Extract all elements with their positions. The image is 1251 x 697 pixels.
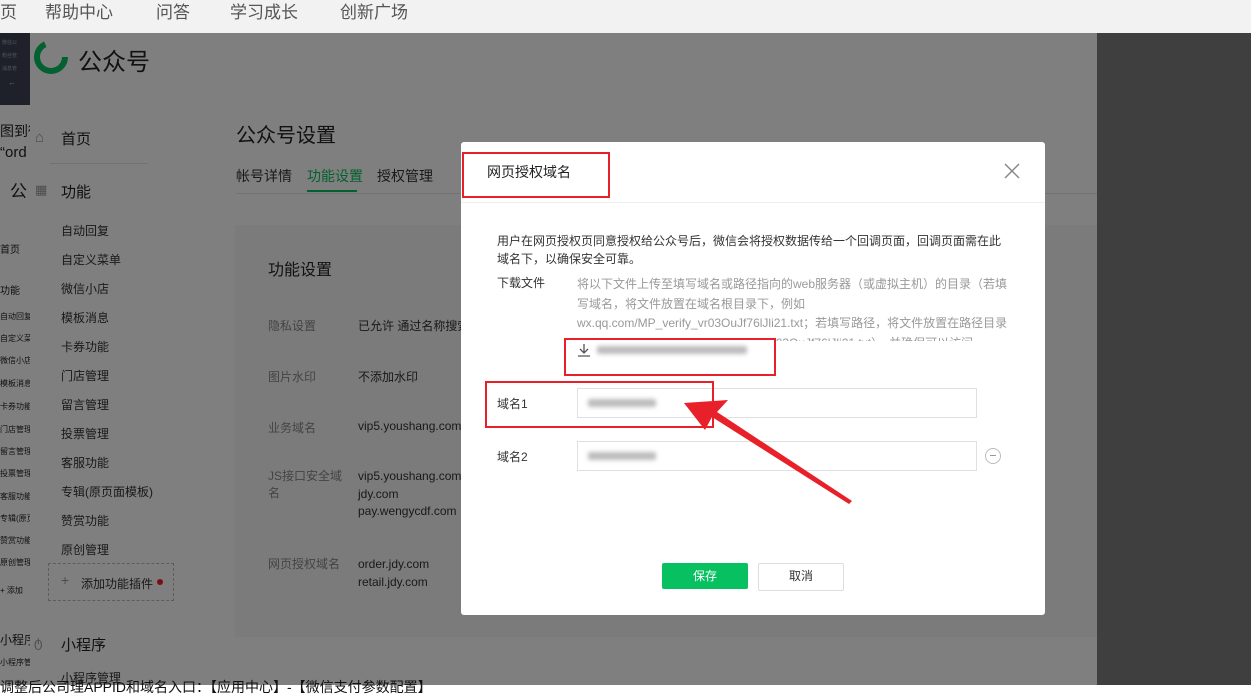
top-navigation: 页 帮助中心 问答 学习成长 创新广场 xyxy=(0,0,1251,33)
domain2-input[interactable] xyxy=(577,441,977,471)
annotation-box-title xyxy=(462,152,610,198)
web-auth-domain-dialog: 网页授权域名 用户在网页授权页同意授权给公众号后，微信会将授权数据传给一个回调页… xyxy=(461,142,1045,615)
dialog-description: 用户在网页授权页同意授权给公众号后，微信会将授权数据传给一个回调页面，回调页面需… xyxy=(497,234,1002,266)
bottom-caption: 调整后公司理APPID和域名入口：【应用中心】-【微信支付参数配置】 xyxy=(0,679,432,695)
annotation-box-domain1 xyxy=(485,381,714,428)
annotation-box-download xyxy=(564,338,776,376)
nav-item-learning[interactable]: 学习成长 xyxy=(230,0,298,23)
nav-item-help[interactable]: 帮助中心 xyxy=(45,0,113,23)
domain2-label: 域名2 xyxy=(497,450,528,464)
cancel-button[interactable]: 取消 xyxy=(758,563,844,591)
download-file-label: 下载文件 xyxy=(497,276,546,290)
nav-item-home[interactable]: 页 xyxy=(0,0,17,23)
save-button[interactable]: 保存 xyxy=(662,563,748,589)
blurred-domain2-value xyxy=(588,452,656,460)
remove-domain-icon[interactable] xyxy=(985,448,1001,464)
nav-item-plaza[interactable]: 创新广场 xyxy=(340,0,408,23)
close-icon[interactable] xyxy=(1001,160,1023,182)
dialog-header-divider xyxy=(461,202,1045,203)
nav-item-qa[interactable]: 问答 xyxy=(156,0,190,23)
